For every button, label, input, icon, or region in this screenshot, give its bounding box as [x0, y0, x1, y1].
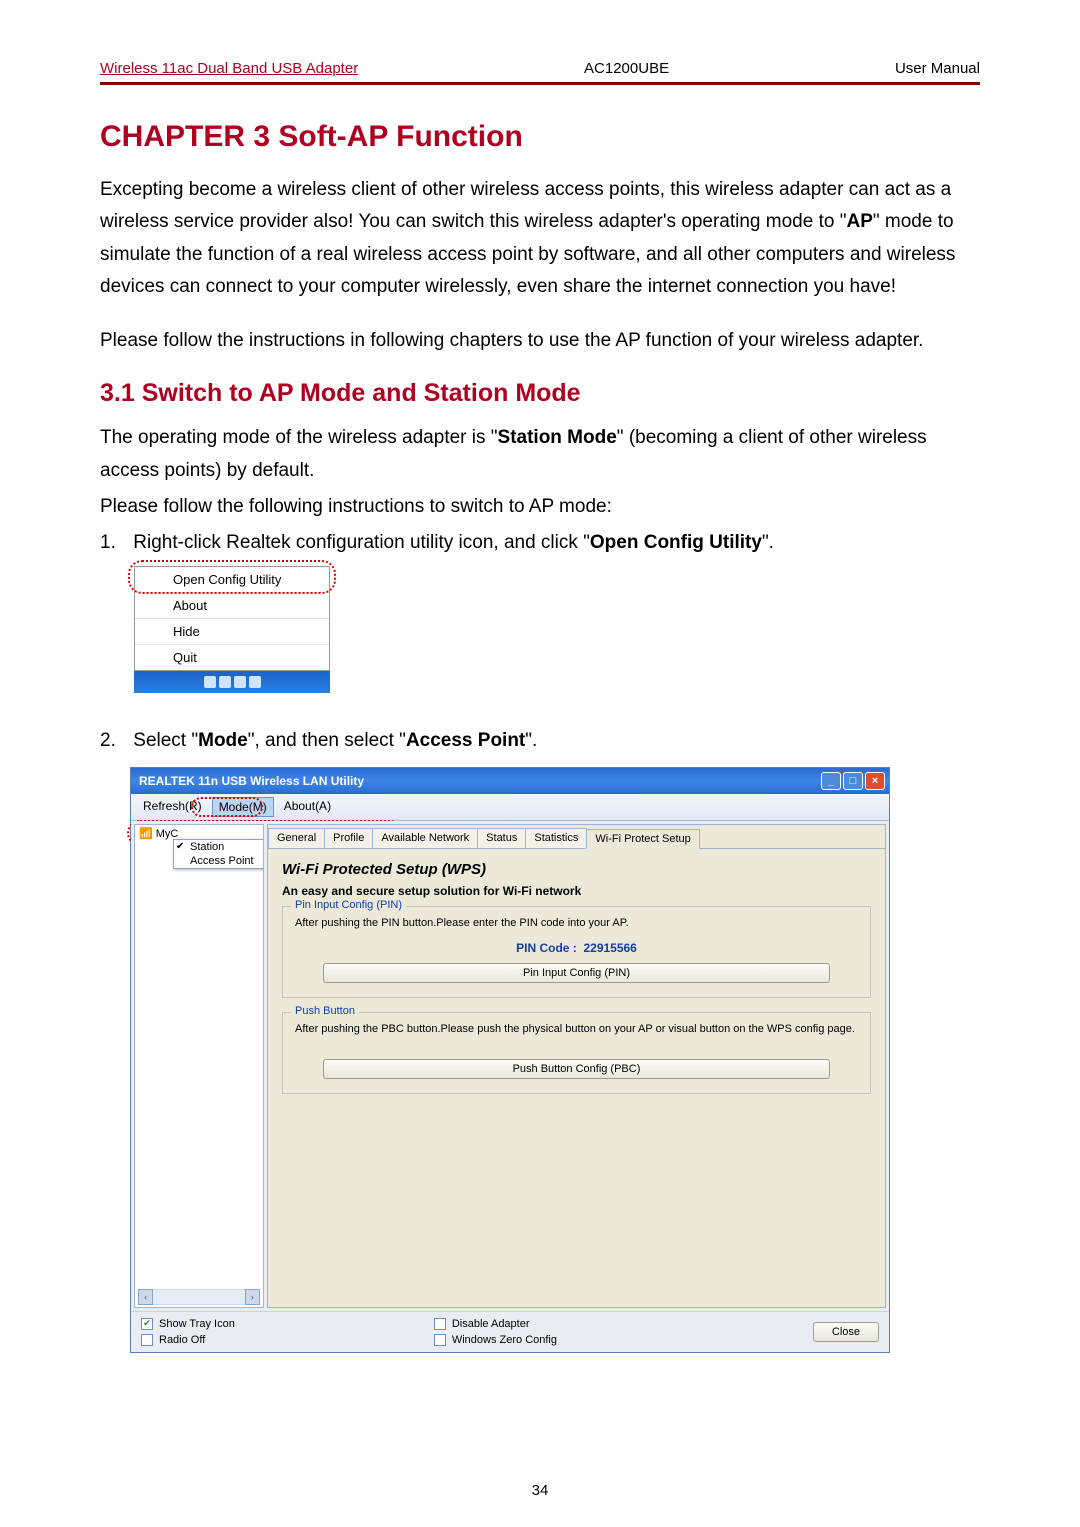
- tray-icon: [204, 676, 216, 688]
- disable-adapter-label: Disable Adapter: [452, 1318, 530, 1330]
- step2-b1: Mode: [198, 730, 248, 751]
- step2-num: 2.: [100, 725, 128, 757]
- tab-strip: General Profile Available Network Status…: [268, 825, 885, 849]
- header-right: User Manual: [895, 60, 980, 77]
- pin-code: PIN Code : 22915566: [295, 941, 858, 955]
- window-footer: ✔ Show Tray Icon Radio Off Disable Adapt…: [131, 1311, 889, 1352]
- mode-dropdown: Station Access Point: [173, 839, 264, 869]
- tree-pane: 📶 MyC Station Access Point ‹ ›: [134, 824, 264, 1308]
- step2-post: ".: [525, 730, 537, 751]
- tab-wifi-protect-setup[interactable]: Wi-Fi Protect Setup: [586, 829, 699, 849]
- step1-pre: Right-click Realtek configuration utilit…: [133, 532, 590, 553]
- context-menu: Open Config Utility About Hide Quit: [134, 566, 330, 671]
- section-title: 3.1 Switch to AP Mode and Station Mode: [100, 379, 980, 408]
- groupbox-pin: Pin Input Config (PIN) After pushing the…: [282, 906, 871, 998]
- chapter-title: CHAPTER 3 Soft-AP Function: [100, 120, 980, 154]
- step2-pre: Select ": [133, 730, 198, 751]
- pin-config-button[interactable]: Pin Input Config (PIN): [323, 963, 830, 983]
- close-window-button[interactable]: ×: [865, 772, 885, 790]
- step1-bold: Open Config Utility: [590, 532, 762, 553]
- wps-subtitle: An easy and secure setup solution for Wi…: [282, 884, 871, 898]
- wps-title: Wi-Fi Protected Setup (WPS): [282, 861, 871, 878]
- checkbox-show-tray[interactable]: ✔ Show Tray Icon: [141, 1318, 235, 1330]
- pin-code-label: PIN Code :: [516, 941, 577, 955]
- mode-station[interactable]: Station: [174, 840, 264, 854]
- header-left: Wireless 11ac Dual Band USB Adapter: [100, 60, 358, 77]
- pbc-config-button[interactable]: Push Button Config (PBC): [323, 1059, 830, 1079]
- menubar: Refresh(R) Mode(M) About(A): [131, 794, 889, 821]
- checkbox-disable-adapter[interactable]: Disable Adapter: [434, 1318, 614, 1330]
- tab-general[interactable]: General: [268, 828, 325, 848]
- tab-status[interactable]: Status: [477, 828, 526, 848]
- step2-b2: Access Point: [406, 730, 525, 751]
- tab-statistics[interactable]: Statistics: [525, 828, 587, 848]
- pbc-legend: Push Button: [291, 1005, 359, 1017]
- tray-icon: [234, 676, 246, 688]
- zero-config-label: Windows Zero Config: [452, 1334, 557, 1346]
- content-pane: General Profile Available Network Status…: [267, 824, 886, 1308]
- checkbox-icon: [434, 1318, 446, 1330]
- op1-pre: The operating mode of the wireless adapt…: [100, 427, 498, 448]
- show-tray-label: Show Tray Icon: [159, 1318, 235, 1330]
- menu-mode[interactable]: Mode(M): [212, 797, 274, 817]
- step-1: 1. Right-click Realtek configuration uti…: [100, 527, 980, 559]
- checkbox-icon: ✔: [141, 1318, 153, 1330]
- minimize-button[interactable]: _: [821, 772, 841, 790]
- opmode-text-2: Please follow the following instructions…: [100, 491, 980, 523]
- step2-mid: ", and then select ": [248, 730, 406, 751]
- intro1-bold: AP: [846, 211, 872, 232]
- tray-icon: [249, 676, 261, 688]
- intro1-pre: Excepting become a wireless client of ot…: [100, 179, 951, 232]
- intro-paragraph-2: Please follow the instructions in follow…: [100, 325, 980, 357]
- checkbox-icon: [141, 1334, 153, 1346]
- ctx-quit[interactable]: Quit: [135, 645, 329, 670]
- header-rule: [100, 82, 980, 85]
- ctx-hide[interactable]: Hide: [135, 619, 329, 645]
- ctx-open-config[interactable]: Open Config Utility: [135, 567, 329, 593]
- tab-available-network[interactable]: Available Network: [372, 828, 478, 848]
- pin-code-value: 22915566: [583, 941, 636, 955]
- menu-about[interactable]: About(A): [278, 797, 337, 817]
- pin-desc: After pushing the PIN button.Please ente…: [295, 917, 858, 929]
- pbc-desc: After pushing the PBC button.Please push…: [295, 1023, 858, 1035]
- radio-off-label: Radio Off: [159, 1334, 205, 1346]
- menu-refresh[interactable]: Refresh(R): [137, 797, 208, 817]
- window-title: REALTEK 11n USB Wireless LAN Utility: [139, 774, 364, 788]
- system-tray: [134, 671, 330, 693]
- ctx-about[interactable]: About: [135, 593, 329, 619]
- checkbox-windows-zero-config[interactable]: Windows Zero Config: [434, 1334, 614, 1346]
- utility-window: REALTEK 11n USB Wireless LAN Utility _ □…: [130, 767, 890, 1353]
- tray-icon: [219, 676, 231, 688]
- tree-scrollbar[interactable]: ‹ ›: [138, 1289, 260, 1305]
- context-menu-screenshot: Open Config Utility About Hide Quit: [134, 566, 334, 693]
- maximize-button[interactable]: □: [843, 772, 863, 790]
- checkbox-radio-off[interactable]: Radio Off: [141, 1334, 235, 1346]
- page-number: 34: [0, 1482, 1080, 1499]
- pin-legend: Pin Input Config (PIN): [291, 899, 406, 911]
- titlebar: REALTEK 11n USB Wireless LAN Utility _ □…: [131, 768, 889, 794]
- op1-bold: Station Mode: [498, 427, 617, 448]
- scroll-left-icon[interactable]: ‹: [138, 1289, 153, 1305]
- opmode-text-1: The operating mode of the wireless adapt…: [100, 422, 980, 487]
- header-mid: AC1200UBE: [584, 60, 669, 77]
- groupbox-pbc: Push Button After pushing the PBC button…: [282, 1012, 871, 1094]
- step1-post: ".: [762, 532, 774, 553]
- step-2: 2. Select "Mode", and then select "Acces…: [100, 725, 980, 757]
- scroll-track[interactable]: [153, 1289, 244, 1305]
- scroll-right-icon[interactable]: ›: [245, 1289, 260, 1305]
- mode-access-point[interactable]: Access Point: [174, 854, 264, 868]
- tab-profile[interactable]: Profile: [324, 828, 373, 848]
- intro-paragraph-1: Excepting become a wireless client of ot…: [100, 174, 980, 303]
- tab-content-wps: Wi-Fi Protected Setup (WPS) An easy and …: [268, 849, 885, 1116]
- step1-num: 1.: [100, 527, 128, 559]
- close-button[interactable]: Close: [813, 1322, 879, 1342]
- checkbox-icon: [434, 1334, 446, 1346]
- window-body: 📶 MyC Station Access Point ‹ › General P…: [131, 821, 889, 1311]
